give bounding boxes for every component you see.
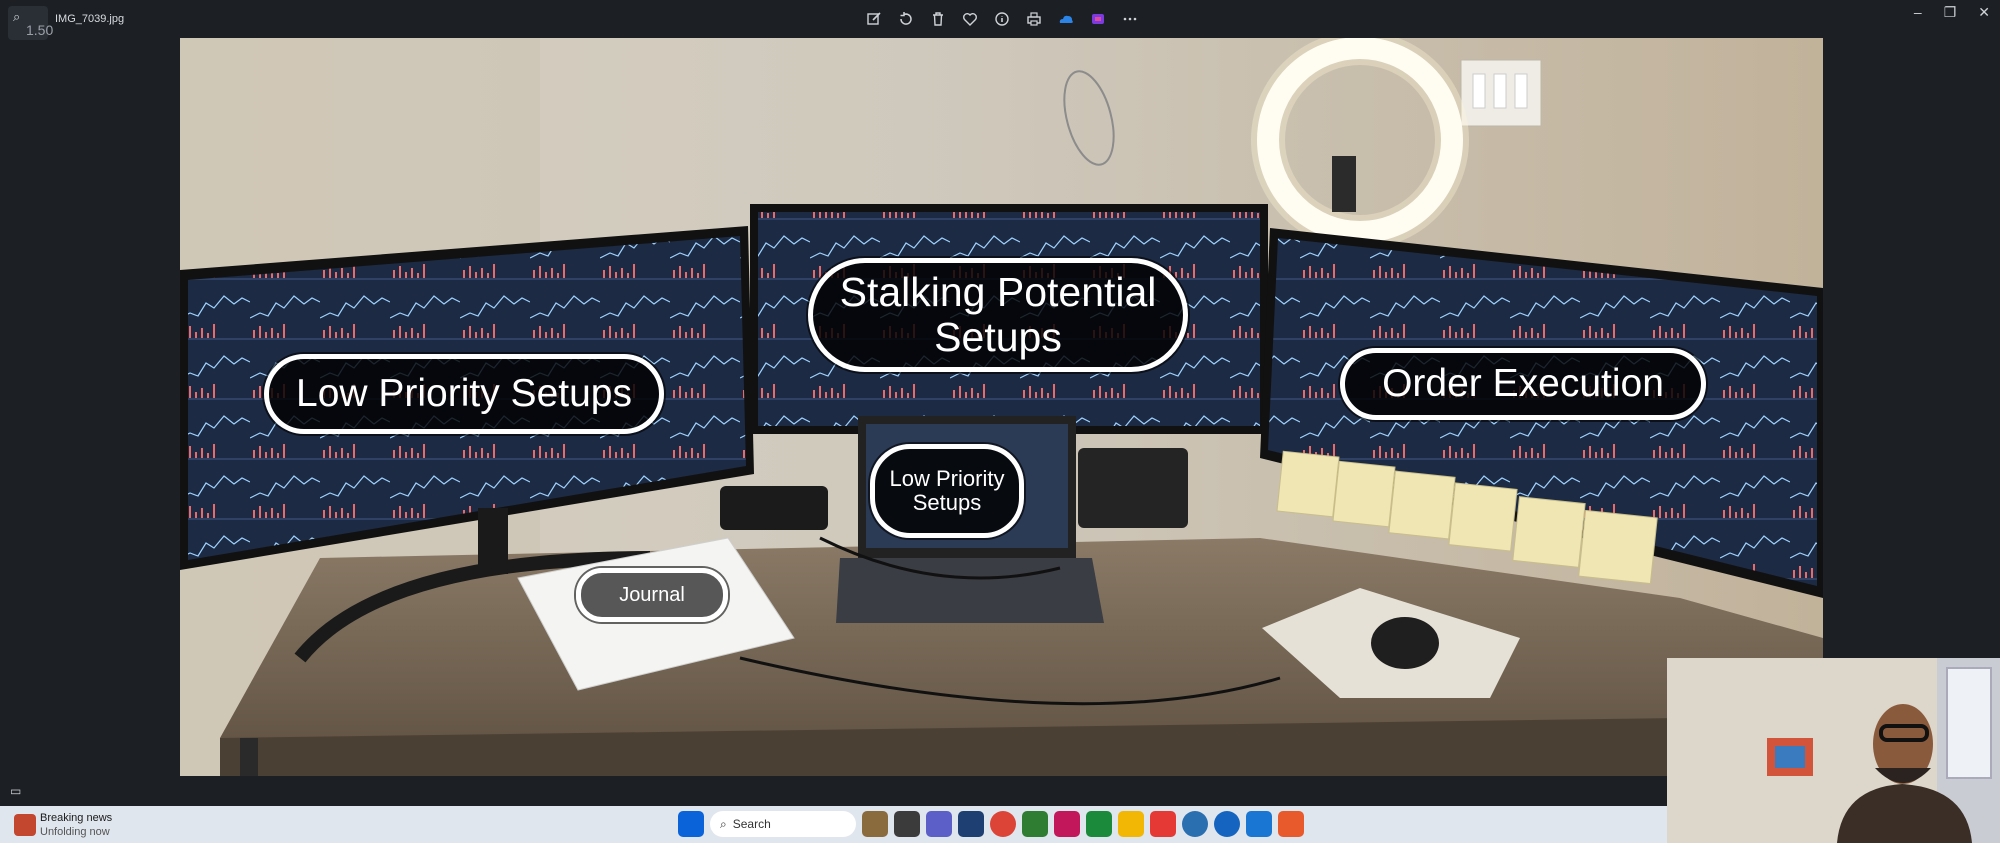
photo-viewer-titlebar: ⌕ 1.50 IMG_7039.jpg – ❐ ✕ bbox=[0, 0, 2000, 40]
news-widget-icon[interactable] bbox=[14, 814, 36, 836]
explorer-icon[interactable] bbox=[1118, 811, 1144, 837]
chrome-icon[interactable] bbox=[990, 811, 1016, 837]
app-icon[interactable] bbox=[1246, 811, 1272, 837]
edit-icon[interactable] bbox=[862, 8, 886, 30]
zoom-icon[interactable]: ⌕ bbox=[13, 9, 20, 25]
close-button[interactable]: ✕ bbox=[1978, 4, 1990, 21]
news-title[interactable]: Breaking news bbox=[40, 812, 112, 824]
search-icon: ⌕ bbox=[720, 816, 727, 831]
app-icon[interactable] bbox=[1150, 811, 1176, 837]
windows-taskbar: Breaking news Unfolding now ⌕ Search bbox=[0, 806, 1667, 843]
rotate-icon[interactable] bbox=[894, 8, 918, 30]
print-icon[interactable] bbox=[1022, 8, 1046, 30]
teams-icon[interactable] bbox=[926, 811, 952, 837]
news-subtitle: Unfolding now bbox=[40, 826, 110, 838]
copilot-icon[interactable] bbox=[862, 811, 888, 837]
overlay-label: Journal bbox=[619, 584, 685, 606]
viewer-status-strip: ▭ bbox=[0, 776, 180, 806]
overlay-order-execution: Order Execution bbox=[1340, 348, 1706, 420]
app-icon[interactable] bbox=[1278, 811, 1304, 837]
overlay-label: Order Execution bbox=[1382, 361, 1664, 405]
webcam-illustration bbox=[1667, 658, 2000, 843]
app-icon[interactable] bbox=[1214, 811, 1240, 837]
overlay-low-priority-laptop: Low Priority Setups bbox=[870, 444, 1024, 538]
app-badge: ⌕ 1.50 bbox=[8, 6, 53, 40]
search-placeholder: Search bbox=[732, 817, 771, 831]
clipchamp-icon[interactable] bbox=[1086, 8, 1110, 30]
webcam-preview bbox=[1667, 658, 2000, 843]
window-controls: – ❐ ✕ bbox=[1914, 4, 1990, 21]
onedrive-icon[interactable] bbox=[1054, 8, 1078, 30]
app-icon[interactable] bbox=[1086, 811, 1112, 837]
favorite-icon[interactable] bbox=[958, 8, 982, 30]
more-icon[interactable] bbox=[1118, 8, 1142, 30]
app-icon[interactable] bbox=[1022, 811, 1048, 837]
app-icon[interactable] bbox=[1054, 811, 1080, 837]
filmstrip-icon[interactable]: ▭ bbox=[10, 784, 21, 798]
taskbar-apps: ⌕ Search bbox=[678, 811, 1304, 837]
info-icon[interactable] bbox=[990, 8, 1014, 30]
minimize-button[interactable]: – bbox=[1914, 4, 1922, 21]
file-manager-icon[interactable] bbox=[894, 811, 920, 837]
taskbar-search[interactable]: ⌕ Search bbox=[710, 811, 856, 837]
viewer-toolbar bbox=[862, 8, 1142, 30]
overlay-label: Low Priority Setups bbox=[296, 371, 632, 415]
visual-studio-icon[interactable] bbox=[958, 811, 984, 837]
overlay-low-priority-left: Low Priority Setups bbox=[264, 354, 664, 434]
overlay-journal: Journal bbox=[576, 568, 728, 622]
overlay-label: Stalking Potential Setups bbox=[839, 268, 1157, 360]
overlay-label: Low Priority Setups bbox=[889, 465, 1005, 515]
start-icon[interactable] bbox=[678, 811, 704, 837]
overlay-stalking: Stalking Potential Setups bbox=[808, 258, 1188, 372]
zoom-level: 1.50 bbox=[26, 22, 54, 38]
file-name: IMG_7039.jpg bbox=[55, 13, 125, 25]
delete-icon[interactable] bbox=[926, 8, 950, 30]
app-icon[interactable] bbox=[1182, 811, 1208, 837]
desk-photo[interactable]: Low Priority Setups Stalking Potential S… bbox=[180, 38, 1823, 776]
maximize-button[interactable]: ❐ bbox=[1944, 4, 1957, 21]
